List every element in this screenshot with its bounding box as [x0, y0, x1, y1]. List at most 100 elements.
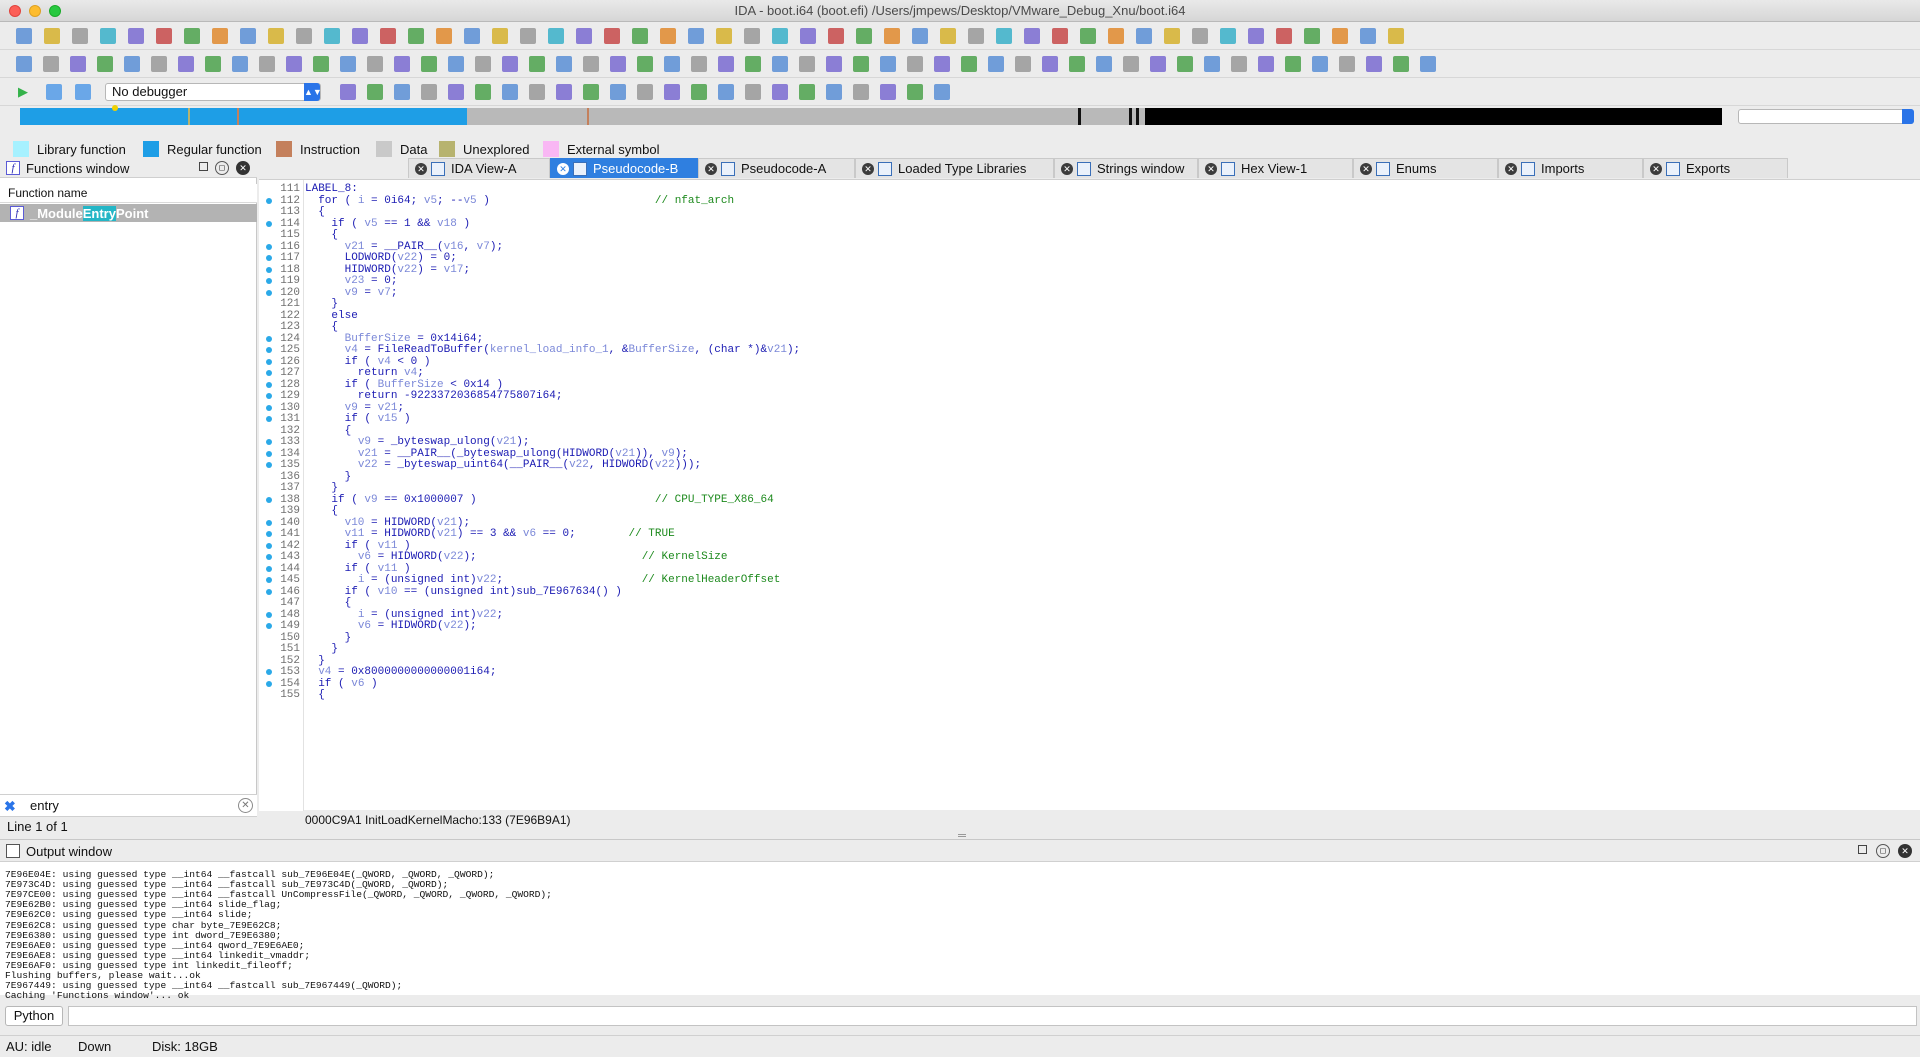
- tab-hex-view-1[interactable]: ✕ Hex View-1: [1198, 158, 1353, 178]
- tab-imports[interactable]: ✕ Imports: [1498, 158, 1643, 178]
- toolbar-icon[interactable]: [961, 56, 977, 72]
- toolbar-icon[interactable]: [70, 56, 86, 72]
- toolbar-icon[interactable]: [1015, 56, 1031, 72]
- toolbar-icon[interactable]: [205, 56, 221, 72]
- pseudocode-view[interactable]: 111 LABEL_8: 112 for ( i = 0i64; v5; --v5 …: [259, 179, 1920, 827]
- breakpoint-dot[interactable]: [266, 358, 272, 365]
- close-panel-icon[interactable]: ✕: [236, 161, 250, 175]
- toolbar-icon[interactable]: [853, 84, 869, 100]
- python-command-input[interactable]: [68, 1006, 1917, 1026]
- toolbar-icon[interactable]: [352, 28, 368, 44]
- toolbar-icon[interactable]: [16, 28, 32, 44]
- toolbar-icon[interactable]: [556, 84, 572, 100]
- toolbar-icon[interactable]: [212, 28, 228, 44]
- toolbar-icon[interactable]: [259, 56, 275, 72]
- toolbar-icon[interactable]: [826, 84, 842, 100]
- toolbar-icon[interactable]: [1080, 28, 1096, 44]
- breakpoint-dot[interactable]: [266, 289, 272, 296]
- toolbar-icon[interactable]: [610, 84, 626, 100]
- breakpoint-dot[interactable]: [266, 669, 272, 675]
- breakpoint-dot[interactable]: [266, 496, 272, 503]
- toolbar-icon[interactable]: [340, 56, 356, 72]
- toolbar-icon[interactable]: [637, 84, 653, 100]
- toolbar-icon[interactable]: [529, 84, 545, 100]
- toolbar-icon[interactable]: [880, 84, 896, 100]
- toolbar-icon[interactable]: [745, 84, 761, 100]
- breakpoint-dot[interactable]: [266, 404, 272, 411]
- toolbar-icon[interactable]: [268, 28, 284, 44]
- toolbar-icon[interactable]: [324, 28, 340, 44]
- breakpoint-dot[interactable]: [266, 577, 272, 583]
- toolbar-icon[interactable]: [1164, 28, 1180, 44]
- toolbar-icon[interactable]: [97, 56, 113, 72]
- pause-process-icon[interactable]: [46, 84, 62, 100]
- breakpoint-dot[interactable]: [266, 588, 272, 595]
- toolbar-icon[interactable]: [828, 28, 844, 44]
- toolbar-icon[interactable]: [100, 28, 116, 44]
- breakpoint-dot[interactable]: [266, 439, 272, 445]
- tab-pseudocode-b[interactable]: ✕ Pseudocode-B: [550, 158, 698, 178]
- toolbar-icon[interactable]: [1304, 28, 1320, 44]
- toolbar-icon[interactable]: [232, 56, 248, 72]
- toolbar-icon[interactable]: [664, 84, 680, 100]
- function-row[interactable]: f _ModuleEntryPoint: [0, 204, 257, 222]
- toolbar-icon[interactable]: [340, 84, 356, 100]
- maximize-panel-icon[interactable]: [1858, 845, 1867, 854]
- tab-enums[interactable]: ✕ Enums: [1353, 158, 1498, 178]
- clear-filter-icon[interactable]: ✕: [238, 798, 253, 813]
- toolbar-icon[interactable]: [660, 28, 676, 44]
- breakpoint-dot[interactable]: [266, 554, 272, 560]
- toolbar-icon[interactable]: [912, 28, 928, 44]
- toolbar-icon[interactable]: [1388, 28, 1404, 44]
- toolbar-icon[interactable]: [16, 56, 32, 72]
- toolbar-icon[interactable]: [604, 28, 620, 44]
- breakpoint-dot[interactable]: [266, 611, 272, 618]
- toolbar-icon[interactable]: [1108, 28, 1124, 44]
- toolbar-icon[interactable]: [1332, 28, 1348, 44]
- toolbar-icon[interactable]: [772, 28, 788, 44]
- toolbar-icon[interactable]: [502, 56, 518, 72]
- toolbar-icon[interactable]: [1231, 56, 1247, 72]
- toolbar-icon[interactable]: [1285, 56, 1301, 72]
- toolbar-icon[interactable]: [502, 84, 518, 100]
- toolbar-icon[interactable]: [1204, 56, 1220, 72]
- toolbar-icon[interactable]: [1024, 28, 1040, 44]
- toolbar-icon[interactable]: [772, 84, 788, 100]
- tab-ida-view-a[interactable]: ✕ IDA View-A: [408, 158, 550, 178]
- breakpoint-dot[interactable]: [266, 450, 272, 457]
- toolbar-icon[interactable]: [367, 84, 383, 100]
- toolbar-icon[interactable]: [688, 28, 704, 44]
- toolbar-icon[interactable]: [745, 56, 761, 72]
- toolbar-icon[interactable]: [548, 28, 564, 44]
- toolbar-icon[interactable]: [475, 84, 491, 100]
- toolbar-icon[interactable]: [996, 28, 1012, 44]
- breakpoint-dot[interactable]: [266, 381, 272, 388]
- toolbar-icon[interactable]: [408, 28, 424, 44]
- toolbar-icon[interactable]: [156, 28, 172, 44]
- toolbar-icon[interactable]: [1136, 28, 1152, 44]
- toolbar-icon[interactable]: [853, 56, 869, 72]
- toolbar-icon[interactable]: [880, 56, 896, 72]
- toolbar-icon[interactable]: [907, 84, 923, 100]
- float-panel-icon[interactable]: ◻: [1876, 844, 1890, 858]
- toolbar-icon[interactable]: [313, 56, 329, 72]
- toolbar-icon[interactable]: [968, 28, 984, 44]
- toolbar-icon[interactable]: [576, 28, 592, 44]
- start-process-icon[interactable]: ▶: [18, 84, 34, 100]
- toolbar-icon[interactable]: [1312, 56, 1328, 72]
- toolbar-icon[interactable]: [1393, 56, 1409, 72]
- toolbar-icon[interactable]: [436, 28, 452, 44]
- toolbar-icon[interactable]: [907, 56, 923, 72]
- breakpoint-dot[interactable]: [266, 542, 272, 549]
- breakpoint-dot[interactable]: [266, 462, 272, 468]
- toolbar-icon[interactable]: [884, 28, 900, 44]
- function-filter-input[interactable]: entry: [30, 798, 59, 813]
- tab-pseudocode-a[interactable]: ✕ Pseudocode-A: [698, 158, 855, 178]
- toolbar-icon[interactable]: [934, 56, 950, 72]
- breakpoint-dot[interactable]: [266, 393, 272, 399]
- breakpoint-dot[interactable]: [266, 266, 272, 273]
- toolbar-icon[interactable]: [184, 28, 200, 44]
- toolbar-icon[interactable]: [240, 28, 256, 44]
- toolbar-icon[interactable]: [583, 56, 599, 72]
- toolbar-icon[interactable]: [1258, 56, 1274, 72]
